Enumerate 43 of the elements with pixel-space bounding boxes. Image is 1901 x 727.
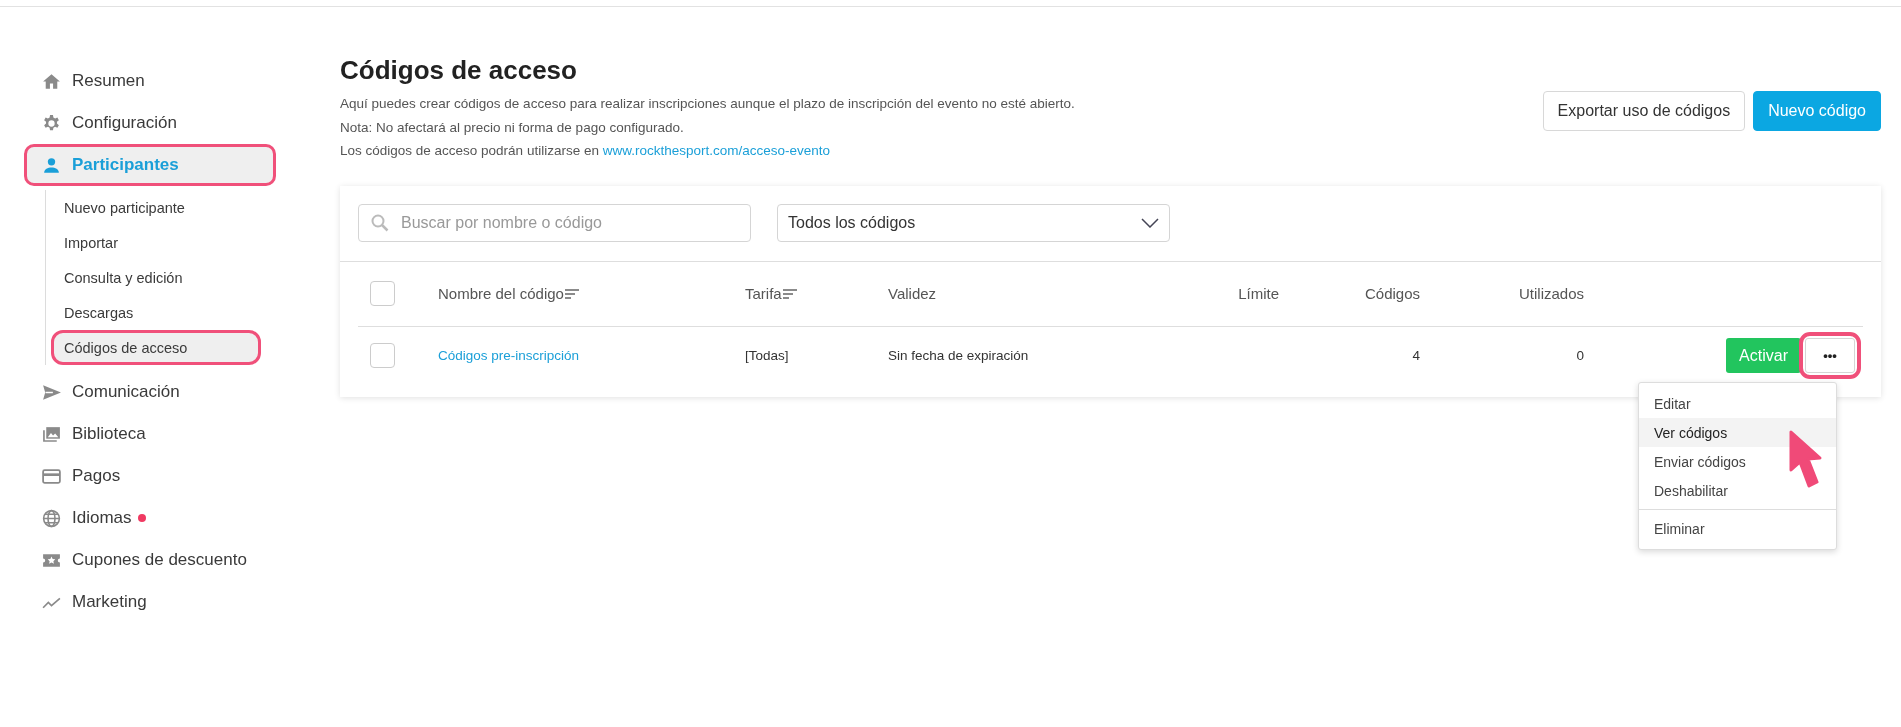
page-title: Códigos de acceso bbox=[340, 55, 578, 86]
submenu-item[interactable]: Códigos de acceso bbox=[51, 330, 261, 365]
sidebar-item[interactable]: Cupones de descuento bbox=[24, 539, 264, 581]
sidebar-item[interactable]: Idiomas bbox=[24, 497, 163, 539]
description-text: Aquí puedes crear códigos de acceso para realizar inscripciones aunque el plazo de inscripción del evento no esté abierto. bbox=[340, 95, 1075, 113]
sidebar-item[interactable]: Pagos bbox=[24, 455, 138, 497]
menu-item[interactable]: Ver códigos bbox=[1639, 418, 1836, 447]
search-field[interactable]: Buscar por nombre o código bbox=[358, 203, 751, 242]
sidebar-item[interactable]: Resumen bbox=[24, 60, 162, 102]
sidebar-item[interactable]: Comunicación bbox=[24, 371, 197, 413]
select-all-checkbox[interactable] bbox=[370, 281, 395, 306]
menu-item[interactable]: Editar bbox=[1639, 389, 1836, 418]
submenu-item[interactable]: Consulta y edición bbox=[51, 260, 261, 295]
column-header: Códigos bbox=[1364, 285, 1420, 302]
sidebar-item[interactable]: Biblioteca bbox=[24, 413, 163, 455]
chevron-down-icon bbox=[1141, 217, 1159, 228]
table-cell: 4 bbox=[1412, 348, 1420, 363]
menu-item[interactable]: Enviar códigos bbox=[1639, 447, 1836, 476]
description-text: Los códigos de acceso podrán utilizarse en bbox=[340, 143, 599, 158]
sidebar-item[interactable]: Configuración bbox=[24, 102, 194, 144]
column-header: Utilizados bbox=[1518, 285, 1584, 302]
column-header[interactable]: Nombre del código bbox=[438, 285, 564, 302]
export-button[interactable]: Exportar uso de códigos bbox=[1542, 91, 1746, 131]
menu-item[interactable]: Deshabilitar bbox=[1639, 476, 1836, 505]
table-cell: 0 bbox=[1576, 348, 1584, 363]
description-text: Nota: No afectará al precio ni forma de pago configurado. bbox=[340, 118, 685, 137]
column-header: Validez bbox=[888, 285, 937, 302]
menu-item[interactable]: Eliminar bbox=[1639, 514, 1836, 543]
submenu-item[interactable]: Importar bbox=[51, 225, 261, 260]
globe-icon bbox=[41, 507, 62, 529]
more-button[interactable]: ••• bbox=[1805, 338, 1855, 373]
row-checkbox[interactable] bbox=[370, 343, 395, 368]
filter-dropdown[interactable]: Todos los códigos bbox=[777, 203, 1170, 242]
sidebar-item[interactable]: Marketing bbox=[24, 581, 164, 623]
submenu-item[interactable]: Descargas bbox=[51, 295, 261, 330]
submenu-item[interactable]: Nuevo participante bbox=[51, 190, 261, 225]
column-header[interactable]: Tarifa bbox=[745, 285, 782, 302]
table-cell: [Todas] bbox=[745, 348, 789, 363]
table-cell: Sin fecha de expiración bbox=[888, 348, 1029, 363]
sort-icon[interactable] bbox=[563, 287, 580, 300]
sort-icon[interactable] bbox=[781, 287, 798, 300]
search-icon bbox=[370, 212, 390, 233]
column-header: Límite bbox=[1238, 285, 1279, 302]
